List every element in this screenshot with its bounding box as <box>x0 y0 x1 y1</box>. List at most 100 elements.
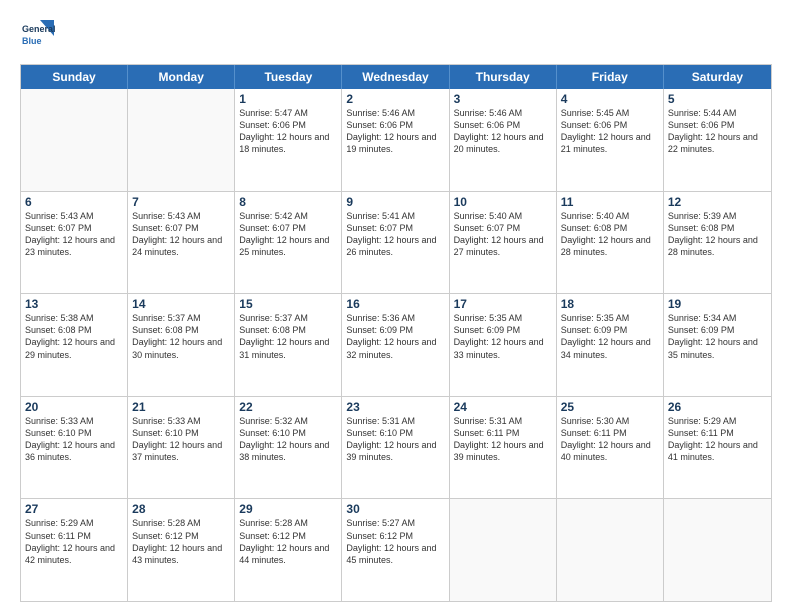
day-number: 3 <box>454 92 552 106</box>
cell-info: Sunrise: 5:30 AM Sunset: 6:11 PM Dayligh… <box>561 415 659 464</box>
day-number: 16 <box>346 297 444 311</box>
day-number: 24 <box>454 400 552 414</box>
calendar-cell <box>450 499 557 601</box>
cell-info: Sunrise: 5:31 AM Sunset: 6:10 PM Dayligh… <box>346 415 444 464</box>
day-number: 17 <box>454 297 552 311</box>
day-number: 29 <box>239 502 337 516</box>
calendar-cell: 20Sunrise: 5:33 AM Sunset: 6:10 PM Dayli… <box>21 397 128 499</box>
day-number: 27 <box>25 502 123 516</box>
cell-info: Sunrise: 5:47 AM Sunset: 6:06 PM Dayligh… <box>239 107 337 156</box>
cell-info: Sunrise: 5:27 AM Sunset: 6:12 PM Dayligh… <box>346 517 444 566</box>
cell-info: Sunrise: 5:38 AM Sunset: 6:08 PM Dayligh… <box>25 312 123 361</box>
cell-info: Sunrise: 5:29 AM Sunset: 6:11 PM Dayligh… <box>668 415 767 464</box>
cell-info: Sunrise: 5:33 AM Sunset: 6:10 PM Dayligh… <box>25 415 123 464</box>
header-day-thursday: Thursday <box>450 65 557 89</box>
logo: General Blue <box>20 18 56 54</box>
calendar-cell <box>664 499 771 601</box>
day-number: 30 <box>346 502 444 516</box>
day-number: 10 <box>454 195 552 209</box>
cell-info: Sunrise: 5:36 AM Sunset: 6:09 PM Dayligh… <box>346 312 444 361</box>
calendar-cell: 21Sunrise: 5:33 AM Sunset: 6:10 PM Dayli… <box>128 397 235 499</box>
day-number: 4 <box>561 92 659 106</box>
day-number: 20 <box>25 400 123 414</box>
cell-info: Sunrise: 5:39 AM Sunset: 6:08 PM Dayligh… <box>668 210 767 259</box>
day-number: 8 <box>239 195 337 209</box>
day-number: 19 <box>668 297 767 311</box>
calendar-cell: 5Sunrise: 5:44 AM Sunset: 6:06 PM Daylig… <box>664 89 771 191</box>
cell-info: Sunrise: 5:28 AM Sunset: 6:12 PM Dayligh… <box>239 517 337 566</box>
calendar-cell <box>21 89 128 191</box>
calendar-cell: 6Sunrise: 5:43 AM Sunset: 6:07 PM Daylig… <box>21 192 128 294</box>
calendar-week-0: 1Sunrise: 5:47 AM Sunset: 6:06 PM Daylig… <box>21 89 771 191</box>
cell-info: Sunrise: 5:43 AM Sunset: 6:07 PM Dayligh… <box>25 210 123 259</box>
calendar-cell: 15Sunrise: 5:37 AM Sunset: 6:08 PM Dayli… <box>235 294 342 396</box>
header-day-wednesday: Wednesday <box>342 65 449 89</box>
calendar-week-4: 27Sunrise: 5:29 AM Sunset: 6:11 PM Dayli… <box>21 498 771 601</box>
calendar-cell <box>557 499 664 601</box>
calendar-week-2: 13Sunrise: 5:38 AM Sunset: 6:08 PM Dayli… <box>21 293 771 396</box>
cell-info: Sunrise: 5:31 AM Sunset: 6:11 PM Dayligh… <box>454 415 552 464</box>
day-number: 9 <box>346 195 444 209</box>
cell-info: Sunrise: 5:29 AM Sunset: 6:11 PM Dayligh… <box>25 517 123 566</box>
calendar-cell: 9Sunrise: 5:41 AM Sunset: 6:07 PM Daylig… <box>342 192 449 294</box>
header-day-friday: Friday <box>557 65 664 89</box>
calendar-cell: 24Sunrise: 5:31 AM Sunset: 6:11 PM Dayli… <box>450 397 557 499</box>
calendar-week-1: 6Sunrise: 5:43 AM Sunset: 6:07 PM Daylig… <box>21 191 771 294</box>
day-number: 15 <box>239 297 337 311</box>
cell-info: Sunrise: 5:46 AM Sunset: 6:06 PM Dayligh… <box>346 107 444 156</box>
calendar-cell <box>128 89 235 191</box>
day-number: 13 <box>25 297 123 311</box>
cell-info: Sunrise: 5:37 AM Sunset: 6:08 PM Dayligh… <box>132 312 230 361</box>
calendar-cell: 16Sunrise: 5:36 AM Sunset: 6:09 PM Dayli… <box>342 294 449 396</box>
day-number: 18 <box>561 297 659 311</box>
cell-info: Sunrise: 5:46 AM Sunset: 6:06 PM Dayligh… <box>454 107 552 156</box>
calendar-cell: 2Sunrise: 5:46 AM Sunset: 6:06 PM Daylig… <box>342 89 449 191</box>
calendar-body: 1Sunrise: 5:47 AM Sunset: 6:06 PM Daylig… <box>21 89 771 601</box>
day-number: 22 <box>239 400 337 414</box>
logo-svg: General Blue <box>20 18 56 54</box>
cell-info: Sunrise: 5:44 AM Sunset: 6:06 PM Dayligh… <box>668 107 767 156</box>
day-number: 5 <box>668 92 767 106</box>
calendar-cell: 27Sunrise: 5:29 AM Sunset: 6:11 PM Dayli… <box>21 499 128 601</box>
day-number: 6 <box>25 195 123 209</box>
calendar-cell: 11Sunrise: 5:40 AM Sunset: 6:08 PM Dayli… <box>557 192 664 294</box>
cell-info: Sunrise: 5:40 AM Sunset: 6:07 PM Dayligh… <box>454 210 552 259</box>
day-number: 14 <box>132 297 230 311</box>
day-number: 28 <box>132 502 230 516</box>
calendar-cell: 14Sunrise: 5:37 AM Sunset: 6:08 PM Dayli… <box>128 294 235 396</box>
calendar-cell: 26Sunrise: 5:29 AM Sunset: 6:11 PM Dayli… <box>664 397 771 499</box>
svg-text:General: General <box>22 24 56 34</box>
calendar-cell: 1Sunrise: 5:47 AM Sunset: 6:06 PM Daylig… <box>235 89 342 191</box>
calendar-cell: 17Sunrise: 5:35 AM Sunset: 6:09 PM Dayli… <box>450 294 557 396</box>
calendar-cell: 12Sunrise: 5:39 AM Sunset: 6:08 PM Dayli… <box>664 192 771 294</box>
header-day-sunday: Sunday <box>21 65 128 89</box>
calendar-cell: 8Sunrise: 5:42 AM Sunset: 6:07 PM Daylig… <box>235 192 342 294</box>
page: General Blue SundayMondayTuesdayWednesda… <box>0 0 792 612</box>
calendar-week-3: 20Sunrise: 5:33 AM Sunset: 6:10 PM Dayli… <box>21 396 771 499</box>
day-number: 7 <box>132 195 230 209</box>
cell-info: Sunrise: 5:28 AM Sunset: 6:12 PM Dayligh… <box>132 517 230 566</box>
calendar-cell: 19Sunrise: 5:34 AM Sunset: 6:09 PM Dayli… <box>664 294 771 396</box>
header: General Blue <box>20 18 772 54</box>
calendar: SundayMondayTuesdayWednesdayThursdayFrid… <box>20 64 772 602</box>
calendar-header-row: SundayMondayTuesdayWednesdayThursdayFrid… <box>21 65 771 89</box>
cell-info: Sunrise: 5:35 AM Sunset: 6:09 PM Dayligh… <box>454 312 552 361</box>
day-number: 21 <box>132 400 230 414</box>
calendar-cell: 10Sunrise: 5:40 AM Sunset: 6:07 PM Dayli… <box>450 192 557 294</box>
cell-info: Sunrise: 5:42 AM Sunset: 6:07 PM Dayligh… <box>239 210 337 259</box>
svg-text:Blue: Blue <box>22 36 42 46</box>
cell-info: Sunrise: 5:37 AM Sunset: 6:08 PM Dayligh… <box>239 312 337 361</box>
calendar-cell: 29Sunrise: 5:28 AM Sunset: 6:12 PM Dayli… <box>235 499 342 601</box>
calendar-cell: 4Sunrise: 5:45 AM Sunset: 6:06 PM Daylig… <box>557 89 664 191</box>
calendar-cell: 28Sunrise: 5:28 AM Sunset: 6:12 PM Dayli… <box>128 499 235 601</box>
calendar-cell: 3Sunrise: 5:46 AM Sunset: 6:06 PM Daylig… <box>450 89 557 191</box>
cell-info: Sunrise: 5:45 AM Sunset: 6:06 PM Dayligh… <box>561 107 659 156</box>
header-day-saturday: Saturday <box>664 65 771 89</box>
calendar-cell: 30Sunrise: 5:27 AM Sunset: 6:12 PM Dayli… <box>342 499 449 601</box>
header-day-tuesday: Tuesday <box>235 65 342 89</box>
cell-info: Sunrise: 5:41 AM Sunset: 6:07 PM Dayligh… <box>346 210 444 259</box>
cell-info: Sunrise: 5:32 AM Sunset: 6:10 PM Dayligh… <box>239 415 337 464</box>
day-number: 25 <box>561 400 659 414</box>
calendar-cell: 18Sunrise: 5:35 AM Sunset: 6:09 PM Dayli… <box>557 294 664 396</box>
calendar-cell: 13Sunrise: 5:38 AM Sunset: 6:08 PM Dayli… <box>21 294 128 396</box>
